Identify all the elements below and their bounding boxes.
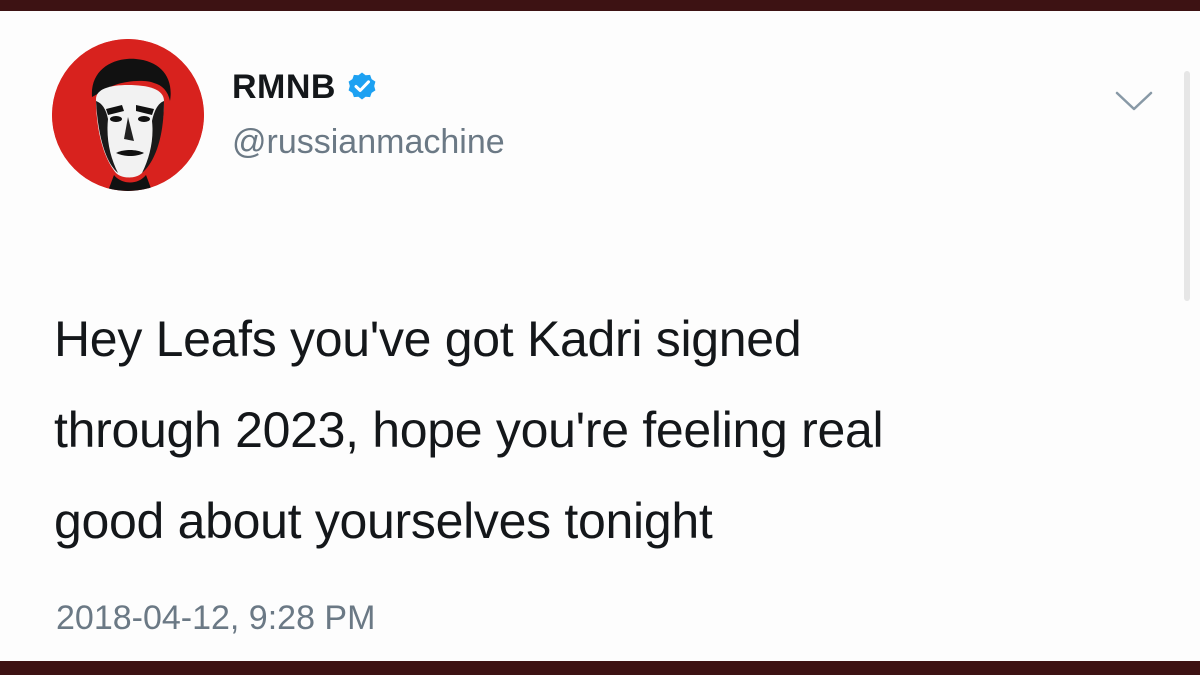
tweet-text: Hey Leafs you've got Kadri signed throug… — [54, 294, 1154, 567]
name-row: RMNB — [232, 67, 378, 107]
tweet-text-line: through 2023, hope you're feeling real — [54, 402, 884, 458]
display-name[interactable]: RMNB — [232, 68, 336, 107]
timestamp[interactable]: 2018-04-12, 9:28 PM — [56, 599, 375, 638]
avatar[interactable] — [52, 39, 204, 191]
tweet-text-line: Hey Leafs you've got Kadri signed — [54, 311, 802, 367]
chevron-down-icon[interactable] — [1114, 89, 1154, 115]
scrollbar[interactable] — [1184, 71, 1190, 301]
tweet-text-line: good about yourselves tonight — [54, 493, 713, 549]
tweet-card: RMNB @russianmachine Hey Leafs you've go… — [0, 11, 1200, 661]
verified-badge-icon — [348, 72, 376, 100]
avatar-face-icon — [52, 39, 204, 191]
handle[interactable]: @russianmachine — [232, 123, 505, 162]
